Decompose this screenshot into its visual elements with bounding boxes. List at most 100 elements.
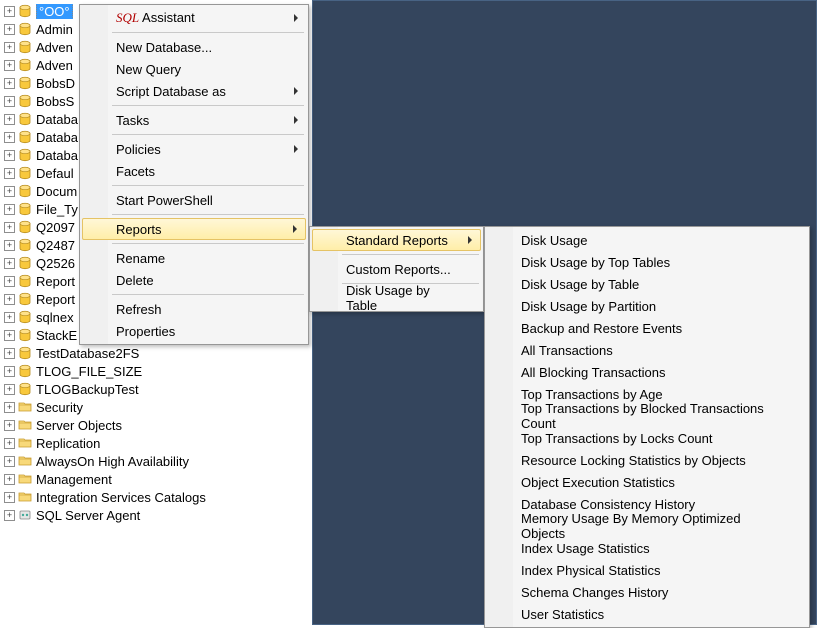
- standard-report-item[interactable]: Index Physical Statistics: [487, 559, 807, 581]
- expand-icon[interactable]: +: [4, 258, 15, 269]
- menu-item-label: Top Transactions by Age: [521, 387, 663, 402]
- menu-start-powershell[interactable]: Start PowerShell: [82, 189, 306, 211]
- tree-item-label: TLOGBackupTest: [36, 382, 312, 397]
- expand-icon[interactable]: +: [4, 312, 15, 323]
- menu-refresh[interactable]: Refresh: [82, 298, 306, 320]
- tree-item[interactable]: + Management: [2, 470, 312, 488]
- standard-report-item[interactable]: All Blocking Transactions: [487, 361, 807, 383]
- menu-item-label: User Statistics: [521, 607, 604, 622]
- expand-icon[interactable]: +: [4, 240, 15, 251]
- standard-report-item[interactable]: Disk Usage: [487, 229, 807, 251]
- menu-properties[interactable]: Properties: [82, 320, 306, 342]
- standard-report-item[interactable]: Disk Usage by Top Tables: [487, 251, 807, 273]
- tree-item[interactable]: + SQL Server Agent: [2, 506, 312, 524]
- expand-icon[interactable]: +: [4, 168, 15, 179]
- chevron-right-icon: [294, 145, 298, 153]
- expand-icon[interactable]: +: [4, 492, 15, 503]
- menu-item-label: Database Consistency History: [521, 497, 695, 512]
- standard-report-item[interactable]: Memory Usage By Memory Optimized Objects: [487, 515, 807, 537]
- folder-icon: [18, 418, 32, 432]
- expand-icon[interactable]: +: [4, 186, 15, 197]
- standard-report-item[interactable]: Top Transactions by Blocked Transactions…: [487, 405, 807, 427]
- tree-item[interactable]: + TLOGBackupTest: [2, 380, 312, 398]
- expand-icon[interactable]: +: [4, 510, 15, 521]
- expand-icon[interactable]: +: [4, 24, 15, 35]
- submenu-disk-usage-by-table[interactable]: Disk Usage by Table: [312, 287, 481, 309]
- menu-item-label: Disk Usage by Table: [521, 277, 639, 292]
- tree-item[interactable]: + Integration Services Catalogs: [2, 488, 312, 506]
- database-icon: [18, 238, 32, 252]
- menu-reports[interactable]: Reports: [82, 218, 306, 240]
- expand-icon[interactable]: +: [4, 78, 15, 89]
- expand-icon[interactable]: +: [4, 366, 15, 377]
- database-icon: [18, 4, 32, 18]
- tree-item[interactable]: +Replication: [2, 434, 312, 452]
- expand-icon[interactable]: +: [4, 6, 15, 17]
- menu-new-database[interactable]: New Database...: [82, 36, 306, 58]
- expand-icon[interactable]: +: [4, 402, 15, 413]
- standard-report-item[interactable]: Backup and Restore Events: [487, 317, 807, 339]
- expand-icon[interactable]: +: [4, 42, 15, 53]
- tree-item[interactable]: + AlwaysOn High Availability: [2, 452, 312, 470]
- database-icon: [18, 166, 32, 180]
- database-icon: [18, 382, 32, 396]
- expand-icon[interactable]: +: [4, 204, 15, 215]
- expand-icon[interactable]: +: [4, 132, 15, 143]
- menu-rename[interactable]: Rename: [82, 247, 306, 269]
- expand-icon[interactable]: +: [4, 420, 15, 431]
- standard-report-item[interactable]: Disk Usage by Partition: [487, 295, 807, 317]
- menu-delete[interactable]: Delete: [82, 269, 306, 291]
- submenu-standard-reports[interactable]: Standard Reports: [312, 229, 481, 251]
- expand-icon[interactable]: +: [4, 150, 15, 161]
- expand-icon[interactable]: +: [4, 294, 15, 305]
- tree-item[interactable]: +TLOG_FILE_SIZE: [2, 362, 312, 380]
- database-icon: [18, 40, 32, 54]
- expand-icon[interactable]: +: [4, 60, 15, 71]
- tree-item-label: SQL Server Agent: [36, 508, 312, 523]
- menu-script-database-as[interactable]: Script Database as: [82, 80, 306, 102]
- expand-icon[interactable]: +: [4, 348, 15, 359]
- database-icon: [18, 130, 32, 144]
- expand-icon[interactable]: +: [4, 96, 15, 107]
- chevron-right-icon: [294, 116, 298, 124]
- tree-item-label: Integration Services Catalogs: [36, 490, 312, 505]
- expand-icon[interactable]: +: [4, 222, 15, 233]
- tree-item-label: Management: [36, 472, 312, 487]
- standard-reports-submenu: Disk Usage Disk Usage by Top Tables Disk U…: [484, 226, 810, 628]
- folder-icon: [18, 454, 32, 468]
- menu-item-label: Top Transactions by Locks Count: [521, 431, 713, 446]
- standard-report-item[interactable]: User Statistics: [487, 603, 807, 625]
- tree-item-label: AlwaysOn High Availability: [36, 454, 312, 469]
- menu-new-query[interactable]: New Query: [82, 58, 306, 80]
- tree-item[interactable]: + TestDatabase2FS: [2, 344, 312, 362]
- expand-icon[interactable]: +: [4, 438, 15, 449]
- expand-icon[interactable]: +: [4, 456, 15, 467]
- menu-facets[interactable]: Facets: [82, 160, 306, 182]
- chevron-right-icon: [468, 236, 472, 244]
- database-icon: [18, 112, 32, 126]
- menu-policies[interactable]: Policies: [82, 138, 306, 160]
- tree-item-label: TestDatabase2FS: [36, 346, 312, 361]
- tree-item[interactable]: + Security: [2, 398, 312, 416]
- database-icon: [18, 310, 32, 324]
- menu-item-label: Disk Usage: [521, 233, 587, 248]
- menu-tasks[interactable]: Tasks: [82, 109, 306, 131]
- expand-icon[interactable]: +: [4, 384, 15, 395]
- standard-report-item[interactable]: Schema Changes History: [487, 581, 807, 603]
- standard-report-item[interactable]: Disk Usage by Table: [487, 273, 807, 295]
- database-icon: [18, 292, 32, 306]
- database-icon: [18, 58, 32, 72]
- standard-report-item[interactable]: Object Execution Statistics: [487, 471, 807, 493]
- expand-icon[interactable]: +: [4, 114, 15, 125]
- tree-item[interactable]: +Server Objects: [2, 416, 312, 434]
- expand-icon[interactable]: +: [4, 474, 15, 485]
- expand-icon[interactable]: +: [4, 276, 15, 287]
- menu-sql-assistant[interactable]: SQL Assistant: [82, 7, 306, 29]
- submenu-custom-reports[interactable]: Custom Reports...: [312, 258, 481, 280]
- expand-icon[interactable]: +: [4, 330, 15, 341]
- tree-item-label: Security: [36, 400, 312, 415]
- menu-item-label: Schema Changes History: [521, 585, 668, 600]
- standard-report-item[interactable]: Resource Locking Statistics by Objects: [487, 449, 807, 471]
- standard-report-item[interactable]: All Transactions: [487, 339, 807, 361]
- folder-icon: [18, 436, 32, 450]
